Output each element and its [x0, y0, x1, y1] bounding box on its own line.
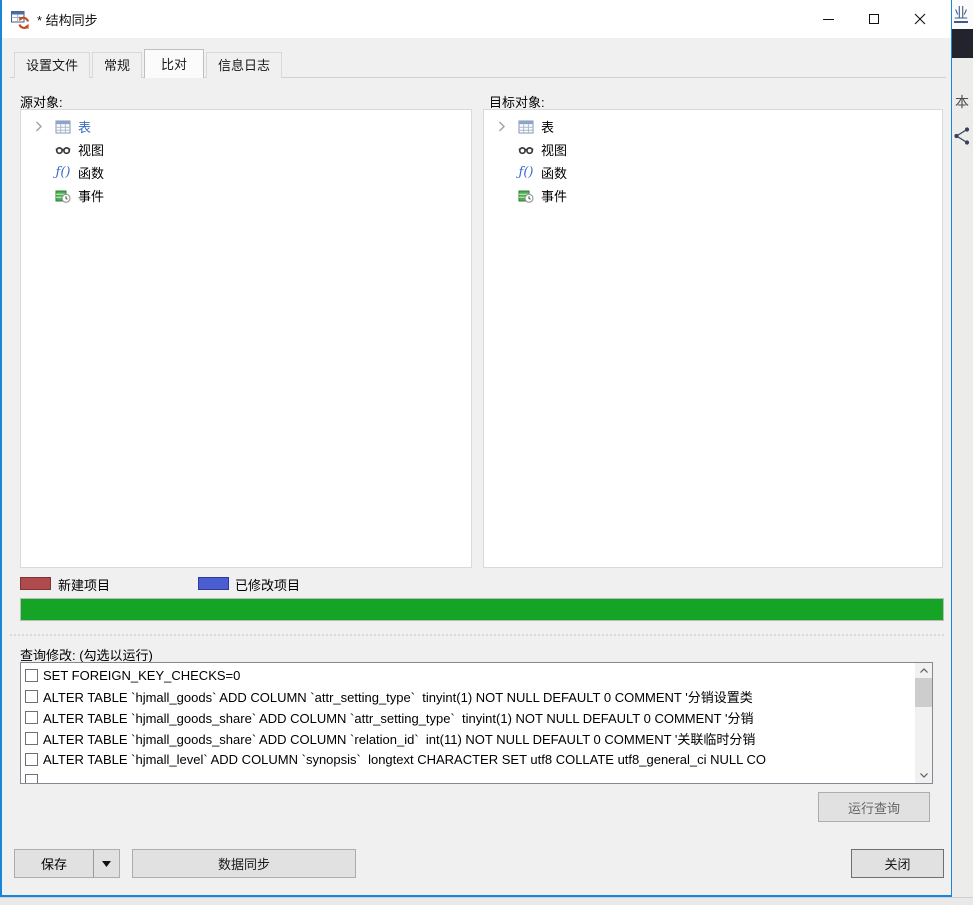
target-tree-item-tables[interactable]: 表: [484, 115, 942, 138]
query-row[interactable]: ALTER TABLE `hjmall_level` ADD COLUMN `s…: [21, 749, 915, 770]
new-item-label: 新建项目: [58, 575, 110, 594]
close-dialog-button[interactable]: 关闭: [851, 849, 944, 878]
query-checkbox[interactable]: [25, 774, 38, 783]
query-checkbox[interactable]: [25, 753, 38, 766]
tree-item-label: 函数: [541, 163, 567, 182]
minimize-icon: [823, 19, 834, 20]
query-sql-text: ALTER TABLE `hjmall_goods_share` ADD COL…: [43, 729, 755, 748]
source-tree-item-tables[interactable]: 表: [21, 115, 471, 138]
tree-item-label: 表: [78, 117, 91, 136]
function-icon: ƒ(): [518, 165, 534, 181]
target-objects-tree[interactable]: 表 视图 ƒ() 函数 事件: [483, 109, 943, 568]
tab-message-log[interactable]: 信息日志: [206, 52, 282, 78]
maximize-icon: [869, 14, 879, 24]
query-sql-text: ALTER TABLE `hjmall_level` ADD COLUMN `s…: [43, 752, 766, 767]
close-icon: [914, 13, 926, 25]
modified-item-color-swatch: [198, 577, 229, 590]
structure-sync-icon: [10, 9, 30, 29]
scroll-up-icon[interactable]: [915, 663, 932, 678]
target-tree-item-views[interactable]: 视图: [484, 138, 942, 161]
query-checkbox[interactable]: [25, 669, 38, 682]
caption-buttons: [805, 0, 951, 38]
tree-item-label: 事件: [541, 186, 567, 205]
scroll-down-icon[interactable]: [915, 768, 932, 783]
background-dark-bar: [952, 29, 973, 58]
query-row[interactable]: ALTER TABLE `hjmall_goods_share` ADD COL…: [21, 728, 915, 749]
query-sql-text: SET FOREIGN_KEY_CHECKS=0: [43, 668, 240, 683]
query-checkbox[interactable]: [25, 732, 38, 745]
share-icon: [953, 126, 971, 146]
save-dropdown-button[interactable]: [93, 850, 119, 877]
tree-item-label: 表: [541, 117, 554, 136]
window-title: * 结构同步: [37, 10, 98, 29]
target-tree-item-events[interactable]: 事件: [484, 184, 942, 207]
tree-item-label: 视图: [541, 140, 567, 159]
table-icon: [55, 119, 71, 135]
source-tree-item-views[interactable]: 视图: [21, 138, 471, 161]
new-item-color-swatch: [20, 577, 51, 590]
function-icon: ƒ(): [55, 165, 71, 181]
query-list-scrollbar[interactable]: [915, 663, 932, 783]
dropdown-arrow-icon: [102, 861, 111, 867]
source-objects-tree[interactable]: 表 视图 ƒ() 函数 事件: [20, 109, 472, 568]
compare-progress-bar: [20, 598, 944, 621]
query-sql-text: ALTER TABLE `hjmall_goods` ADD COLUMN `a…: [43, 687, 753, 706]
save-split-button: 保存: [14, 849, 120, 878]
query-row[interactable]: SET FOREIGN_KEY_CHECKS=0: [21, 665, 915, 686]
tab-general[interactable]: 常规: [92, 52, 142, 78]
scrollbar-thumb[interactable]: [915, 678, 932, 707]
query-list[interactable]: SET FOREIGN_KEY_CHECKS=0 ALTER TABLE `hj…: [20, 662, 933, 784]
query-sql-text: ALTER TABLE `hjmall_goods_share` ADD COL…: [43, 708, 753, 727]
source-tree-item-functions[interactable]: ƒ() 函数: [21, 161, 471, 184]
close-button[interactable]: [897, 0, 943, 38]
view-icon: [518, 142, 534, 158]
target-tree-item-functions[interactable]: ƒ() 函数: [484, 161, 942, 184]
structure-sync-dialog: * 结构同步 设置文件 常规 比对 信息日志 源对象: 目标对象: 表: [0, 0, 952, 897]
query-checkbox[interactable]: [25, 690, 38, 703]
background-bottom-strip: [0, 897, 973, 905]
event-icon: [518, 188, 534, 204]
minimize-button[interactable]: [805, 0, 851, 38]
event-icon: [55, 188, 71, 204]
background-window-sliver: 业 本: [952, 0, 973, 905]
progress-fill: [21, 599, 943, 620]
tree-item-label: 函数: [78, 163, 104, 182]
title-bar[interactable]: * 结构同步: [2, 0, 951, 38]
run-query-button[interactable]: 运行查询: [818, 792, 930, 822]
query-row-partial[interactable]: [21, 770, 915, 783]
modified-item-label: 已修改项目: [235, 575, 300, 594]
query-checkbox[interactable]: [25, 711, 38, 724]
chevron-right-icon[interactable]: [494, 121, 508, 132]
table-icon: [518, 119, 534, 135]
tab-strip: 设置文件 常规 比对 信息日志: [14, 49, 284, 78]
section-separator: [10, 634, 944, 636]
tree-item-label: 事件: [78, 186, 104, 205]
chart-icon: 业: [954, 5, 968, 23]
query-row[interactable]: ALTER TABLE `hjmall_goods` ADD COLUMN `a…: [21, 686, 915, 707]
chevron-right-icon[interactable]: [31, 121, 45, 132]
query-row[interactable]: ALTER TABLE `hjmall_goods_share` ADD COL…: [21, 707, 915, 728]
maximize-button[interactable]: [851, 0, 897, 38]
data-sync-button[interactable]: 数据同步: [132, 849, 356, 878]
tab-compare[interactable]: 比对: [144, 49, 204, 78]
background-toolbar: 业: [952, 0, 973, 29]
tab-settings-file[interactable]: 设置文件: [14, 52, 90, 78]
background-partial-text: 本: [955, 92, 969, 112]
view-icon: [55, 142, 71, 158]
save-button[interactable]: 保存: [15, 850, 93, 877]
source-tree-item-events[interactable]: 事件: [21, 184, 471, 207]
tree-item-label: 视图: [78, 140, 104, 159]
